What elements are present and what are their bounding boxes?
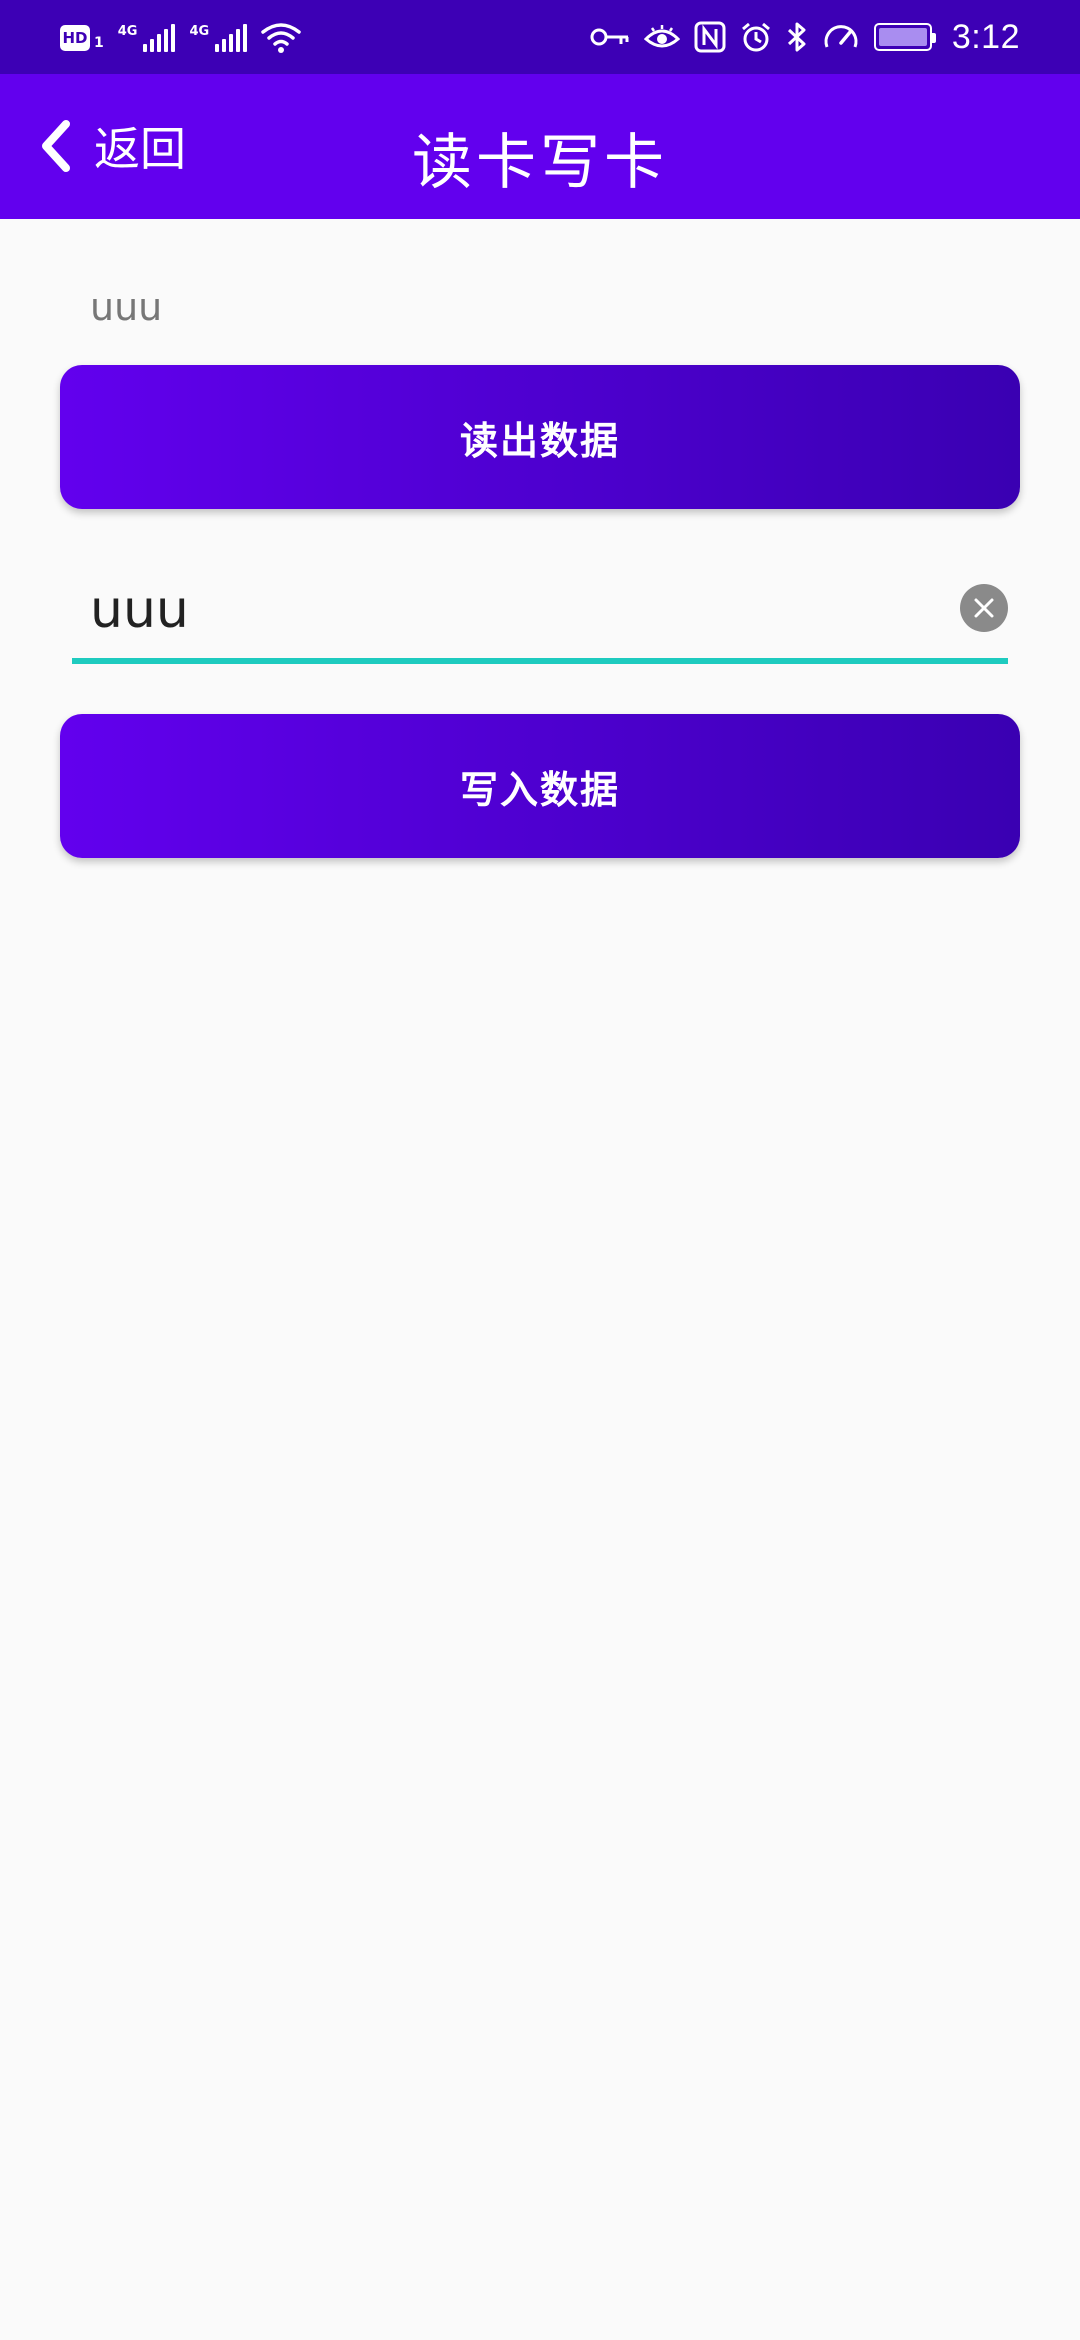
wifi-icon	[261, 23, 301, 53]
eye-icon	[643, 25, 680, 48]
status-left-group: HD 1 4G 4G	[60, 18, 301, 58]
bluetooth-icon	[787, 22, 806, 52]
key-icon	[590, 28, 629, 46]
write-data-input[interactable]	[90, 580, 910, 640]
alarm-icon	[741, 22, 770, 52]
status-right-group: 3:12	[590, 14, 1020, 60]
network-type-2: 4G	[189, 23, 210, 39]
signal-icon	[215, 24, 248, 52]
sim-number: 1	[94, 35, 104, 51]
hd-icon: HD	[60, 25, 90, 51]
battery-fill	[878, 28, 927, 46]
nfc-icon	[694, 21, 726, 53]
speed-icon	[824, 25, 858, 48]
page-title: 读卡写卡	[412, 128, 668, 198]
network-type-1: 4G	[117, 23, 138, 39]
battery-icon	[873, 23, 936, 51]
signal-icon	[143, 24, 176, 52]
read-data-value: uuu	[90, 285, 163, 329]
clear-icon	[974, 598, 994, 618]
write-input-container	[72, 560, 1008, 664]
status-bar: HD 1 4G 4G 3:12	[0, 0, 1080, 74]
app-bar: 返回 读卡写卡	[0, 74, 1080, 219]
status-time: 3:12	[951, 17, 1020, 56]
clear-input-button[interactable]	[960, 584, 1008, 632]
write-data-button[interactable]: 写入数据	[60, 714, 1020, 858]
read-data-button[interactable]: 读出数据	[60, 365, 1020, 509]
